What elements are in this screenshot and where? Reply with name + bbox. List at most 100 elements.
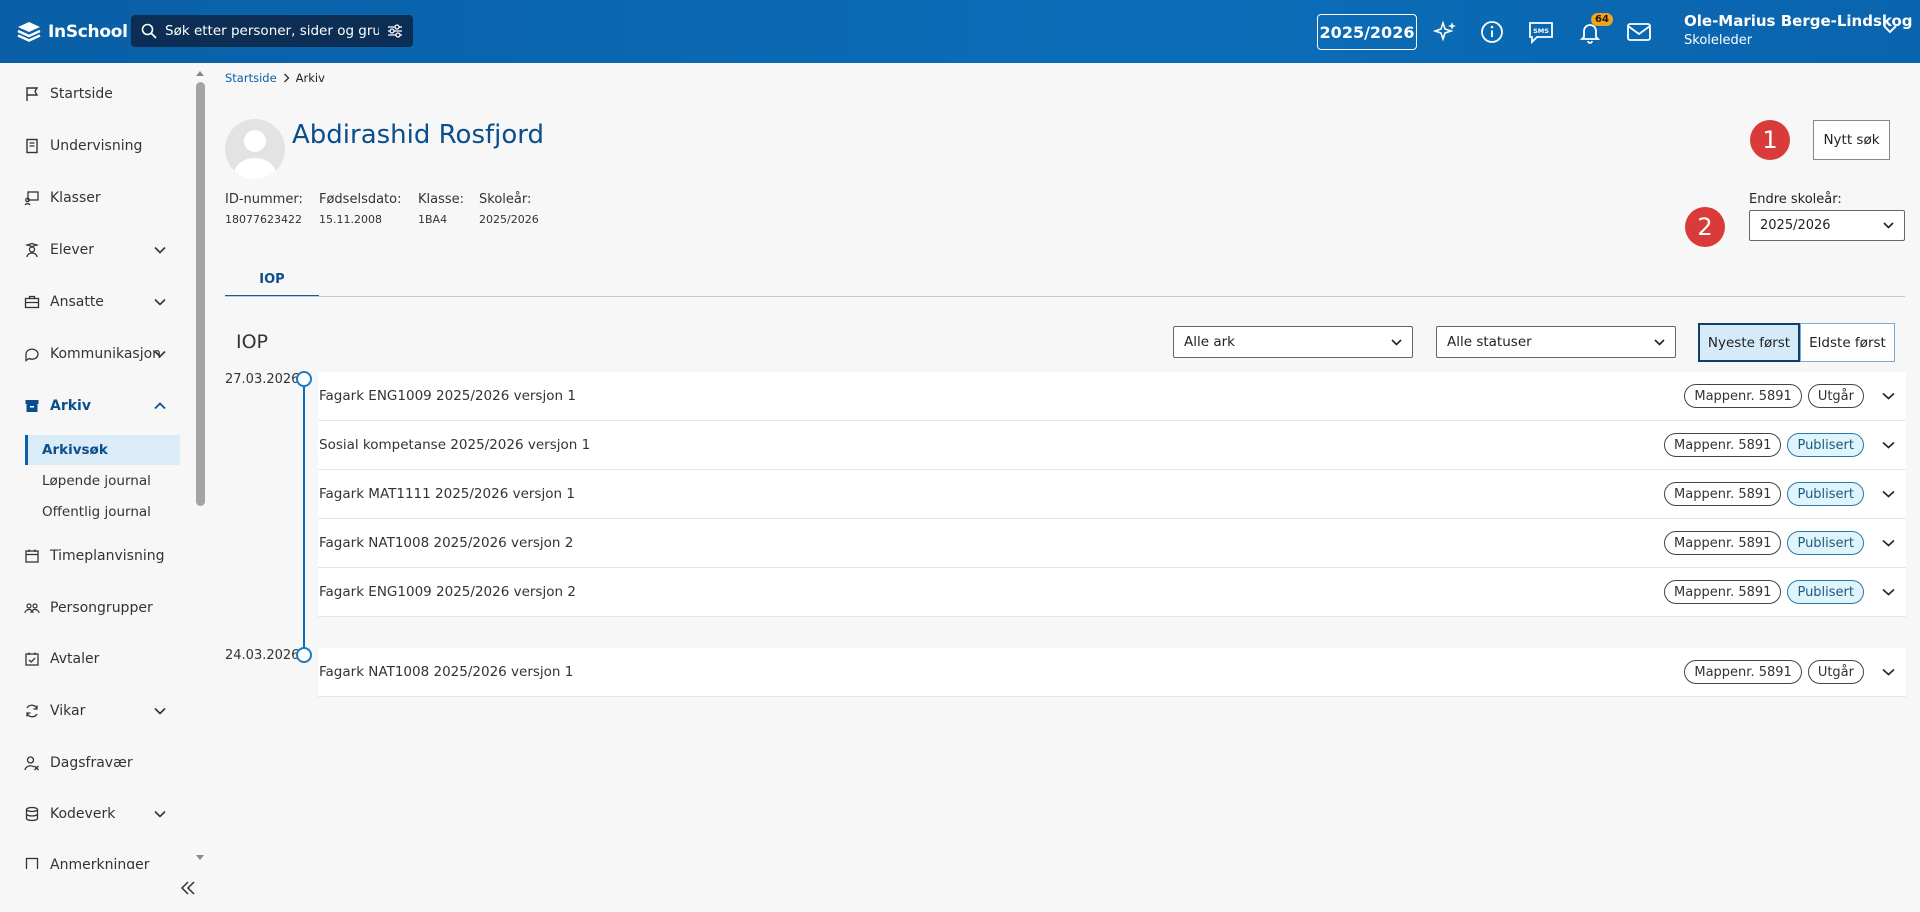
mail-icon[interactable] — [1625, 18, 1653, 46]
list-item[interactable]: Fagark MAT1111 2025/2026 versjon 1 Mappe… — [318, 470, 1906, 519]
expand-button[interactable] — [1882, 539, 1898, 547]
field-value: 1BA4 — [418, 213, 448, 226]
sidebar-item-kodeverk[interactable]: Kodeverk — [24, 806, 174, 822]
chevron-down-icon[interactable] — [154, 707, 166, 715]
sidebar-item-label: Klasser — [50, 190, 101, 206]
status-filter-select[interactable]: Alle statuser — [1436, 326, 1676, 358]
sort-oldest-button[interactable]: Eldste først — [1800, 323, 1895, 362]
classroom-icon — [24, 191, 39, 206]
sidebar-item-kommunikasjon[interactable]: Kommunikasjon — [24, 346, 174, 362]
field-value: 18077623422 — [225, 213, 302, 226]
sidebar-subitem-arkivsok[interactable]: Arkivsøk — [25, 435, 180, 465]
sidebar-item-elever[interactable]: Elever — [24, 242, 174, 258]
filter-sliders-icon[interactable] — [387, 23, 403, 39]
birth-date-field: Fødselsdato: 15.11.2008 — [319, 192, 402, 226]
school-year-button[interactable]: 2025/2026 — [1317, 14, 1417, 50]
sidebar-subitem-lopende-journal[interactable]: Løpende journal — [25, 466, 180, 496]
sidebar-item-persongrupper[interactable]: Persongrupper — [24, 600, 174, 616]
expand-button[interactable] — [1882, 668, 1898, 676]
status-filter-value: Alle statuser — [1447, 334, 1532, 350]
list-item[interactable]: Sosial kompetanse 2025/2026 versjon 1 Ma… — [318, 421, 1906, 470]
folder-badge: Mappenr. 5891 — [1684, 384, 1802, 408]
timeline-date: 24.03.2026 — [225, 648, 300, 663]
timeline-line — [303, 386, 305, 656]
field-value: 2025/2026 — [479, 213, 539, 226]
status-badge: Publisert — [1787, 580, 1864, 604]
sms-icon[interactable]: SMS — [1527, 18, 1555, 46]
ai-sparkle-icon[interactable] — [1431, 18, 1459, 46]
sidebar-item-undervisning[interactable]: Undervisning — [24, 138, 174, 154]
user-absence-icon — [24, 756, 39, 771]
sort-newest-button[interactable]: Nyeste først — [1698, 323, 1800, 362]
change-year-select[interactable]: 2025/2026 — [1749, 210, 1905, 241]
sheet-filter-select[interactable]: Alle ark — [1173, 326, 1413, 358]
change-year-value: 2025/2026 — [1760, 218, 1831, 233]
logo[interactable]: InSchool — [16, 20, 128, 44]
database-icon — [25, 806, 39, 822]
sheet-filter-value: Alle ark — [1184, 334, 1235, 350]
sidebar-scrollbar-thumb[interactable] — [196, 82, 205, 506]
chevron-down-icon[interactable] — [154, 350, 166, 358]
sidebar-item-anmerkninger[interactable]: Anmerkninger — [24, 857, 174, 869]
tab-iop[interactable]: IOP — [225, 263, 319, 297]
logo-text: InSchool — [48, 22, 128, 42]
folder-badge: Mappenr. 5891 — [1664, 531, 1782, 555]
sidebar-item-startside[interactable]: Startside — [24, 86, 174, 102]
sidebar-item-label: Kommunikasjon — [50, 346, 162, 362]
swap-icon — [26, 704, 38, 718]
expand-button[interactable] — [1882, 441, 1898, 449]
svg-text:SMS: SMS — [1533, 27, 1549, 35]
expand-button[interactable] — [1882, 588, 1898, 596]
expand-button[interactable] — [1882, 392, 1898, 400]
breadcrumb: Startside Arkiv — [225, 71, 325, 85]
sidebar-item-ansatte[interactable]: Ansatte — [24, 294, 174, 310]
breadcrumb-home-link[interactable]: Startside — [225, 71, 277, 85]
sidebar-item-klasser[interactable]: Klasser — [24, 190, 174, 206]
list-item[interactable]: Fagark NAT1008 2025/2026 versjon 2 Mappe… — [318, 519, 1906, 568]
tab-divider — [225, 296, 1905, 297]
status-badge: Publisert — [1787, 433, 1864, 457]
chevron-down-icon[interactable] — [154, 298, 166, 306]
sidebar-item-label: Undervisning — [50, 138, 143, 154]
top-bar: InSchool Søk etter personer, sider og gr… — [0, 0, 1920, 63]
marker-one: 1 — [1750, 120, 1790, 160]
entry-title: Fagark NAT1008 2025/2026 versjon 2 — [319, 535, 574, 551]
chevron-up-icon[interactable] — [154, 402, 166, 410]
collapse-sidebar-icon[interactable] — [178, 880, 198, 896]
list-item[interactable]: Fagark ENG1009 2025/2026 versjon 2 Mappe… — [318, 568, 1906, 617]
calendar-check-icon — [25, 652, 39, 666]
avatar — [225, 119, 285, 179]
expand-button[interactable] — [1882, 490, 1898, 498]
info-icon[interactable] — [1478, 18, 1506, 46]
chevron-down-icon[interactable] — [1883, 24, 1897, 34]
folder-badge: Mappenr. 5891 — [1664, 433, 1782, 457]
user-menu[interactable]: Ole-Marius Berge-Lindskog Skoleleder — [1684, 12, 1913, 48]
chevron-down-icon[interactable] — [154, 810, 166, 818]
sidebar-item-label: Anmerkninger — [50, 857, 150, 869]
sidebar-item-avtaler[interactable]: Avtaler — [24, 651, 174, 667]
field-label: Klasse: — [418, 192, 465, 207]
group-icon — [24, 603, 40, 614]
search-input[interactable]: Søk etter personer, sider og gru — [165, 23, 379, 39]
new-search-button[interactable]: Nytt søk — [1813, 120, 1890, 160]
search-box[interactable]: Søk etter personer, sider og gru — [131, 15, 413, 47]
sidebar-item-label: Ansatte — [50, 294, 104, 310]
sidebar-subitem-offentlig-journal[interactable]: Offentlig journal — [25, 497, 180, 527]
sidebar-item-vikar[interactable]: Vikar — [24, 703, 174, 719]
chat-icon — [25, 348, 39, 362]
chevron-down-icon — [1882, 441, 1895, 449]
list-item[interactable]: Fagark NAT1008 2025/2026 versjon 1 Mappe… — [318, 648, 1906, 697]
folder-badge: Mappenr. 5891 — [1664, 482, 1782, 506]
sidebar-item-arkiv[interactable]: Arkiv — [24, 398, 174, 414]
id-number-field: ID-nummer: 18077623422 — [225, 192, 303, 226]
sidebar-item-dagsfravaer[interactable]: Dagsfravær — [24, 755, 174, 771]
sidebar-item-label: Vikar — [50, 703, 86, 719]
calendar-icon — [25, 549, 39, 563]
user-name: Ole-Marius Berge-Lindskog — [1684, 12, 1913, 30]
list-item[interactable]: Fagark ENG1009 2025/2026 versjon 1 Mappe… — [318, 372, 1906, 421]
change-year-label: Endre skoleår: — [1749, 192, 1842, 207]
sidebar-item-timeplanvisning[interactable]: Timeplanvisning — [24, 548, 174, 564]
chevron-down-icon[interactable] — [154, 246, 166, 254]
sidebar-item-label: Arkiv — [50, 398, 91, 414]
entry-title: Fagark ENG1009 2025/2026 versjon 1 — [319, 388, 576, 404]
